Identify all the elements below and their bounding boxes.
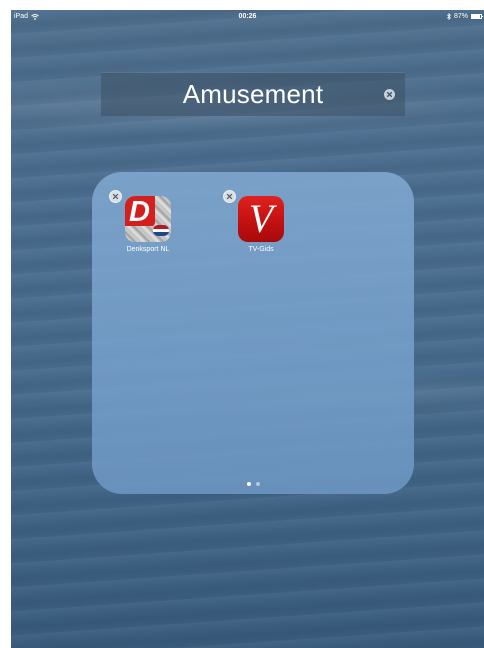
page-dot-1[interactable] — [246, 482, 251, 486]
delete-app-button[interactable] — [109, 190, 122, 203]
dutch-flag-icon — [153, 225, 169, 236]
battery-percent: 87% — [453, 13, 468, 20]
denksport-logo-letter: D — [129, 196, 150, 228]
app-label: Denksport NL — [126, 246, 170, 253]
folder-name-text[interactable]: Amusement — [101, 72, 405, 116]
status-right: 87% — [447, 10, 483, 23]
app-label: TV-Gids — [248, 246, 274, 253]
status-time: 00:26 — [238, 13, 257, 20]
home-screen: iPad 00:26 87% Amusement D Denksport NL … — [11, 10, 484, 648]
clear-circle-icon — [386, 91, 393, 98]
delete-x-icon — [112, 193, 119, 200]
delete-x-icon — [226, 193, 233, 200]
app-denksport-nl[interactable]: D Denksport NL — [116, 196, 180, 254]
tvgids-logo-letter: V — [248, 196, 274, 241]
clear-text-button[interactable] — [384, 89, 395, 100]
page-dot-2[interactable] — [255, 482, 260, 486]
app-tv-gids[interactable]: V TV-Gids — [229, 196, 293, 254]
status-bar: iPad 00:26 87% — [11, 10, 484, 23]
page-indicator[interactable] — [92, 482, 414, 486]
delete-app-button[interactable] — [223, 190, 236, 203]
battery-fill — [472, 15, 480, 18]
folder-name-field[interactable]: Amusement — [101, 72, 405, 116]
tvgids-app-icon[interactable]: V — [238, 196, 284, 242]
bluetooth-icon — [447, 13, 451, 20]
battery-icon — [471, 14, 483, 19]
denksport-logo-block: D — [125, 196, 155, 228]
denksport-app-icon[interactable]: D — [125, 196, 171, 242]
